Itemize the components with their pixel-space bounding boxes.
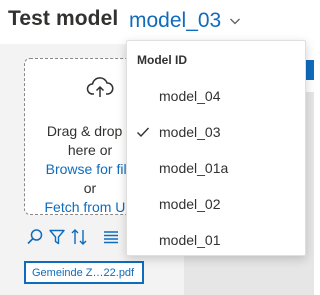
page-title: Test model [8,7,119,30]
option-model-03[interactable]: model_03 [127,114,305,150]
option-model-04[interactable]: model_04 [127,78,305,114]
list-view-button[interactable] [100,226,122,248]
option-label: model_04 [159,88,221,104]
checkmark-icon [137,127,150,138]
option-model-02[interactable]: model_02 [127,186,305,222]
option-label: model_01a [159,160,229,176]
option-label: model_02 [159,196,221,212]
file-toolbar [24,226,122,248]
sort-button[interactable] [68,226,90,248]
cloud-upload-icon [86,77,114,97]
list-icon [104,231,118,244]
filter-icon [49,229,65,245]
model-selector[interactable]: model_03 [129,7,241,35]
model-id-dropdown: Model ID model_04 model_03 model_01a mod… [126,40,306,256]
header: Test model model_03 [0,0,314,44]
chevron-down-icon [230,18,241,25]
search-icon [27,229,43,245]
model-selector-value: model_03 [129,9,222,32]
option-model-01[interactable]: model_01 [127,222,305,258]
dropdown-header: Model ID [137,53,187,67]
file-item[interactable]: Gemeinde Z…22.pdf [24,261,144,284]
search-button[interactable] [24,226,46,248]
option-model-01a[interactable]: model_01a [127,150,305,186]
sort-icon [71,229,87,245]
filter-button[interactable] [46,226,68,248]
option-label: model_01 [159,232,221,248]
option-label: model_03 [159,124,221,140]
